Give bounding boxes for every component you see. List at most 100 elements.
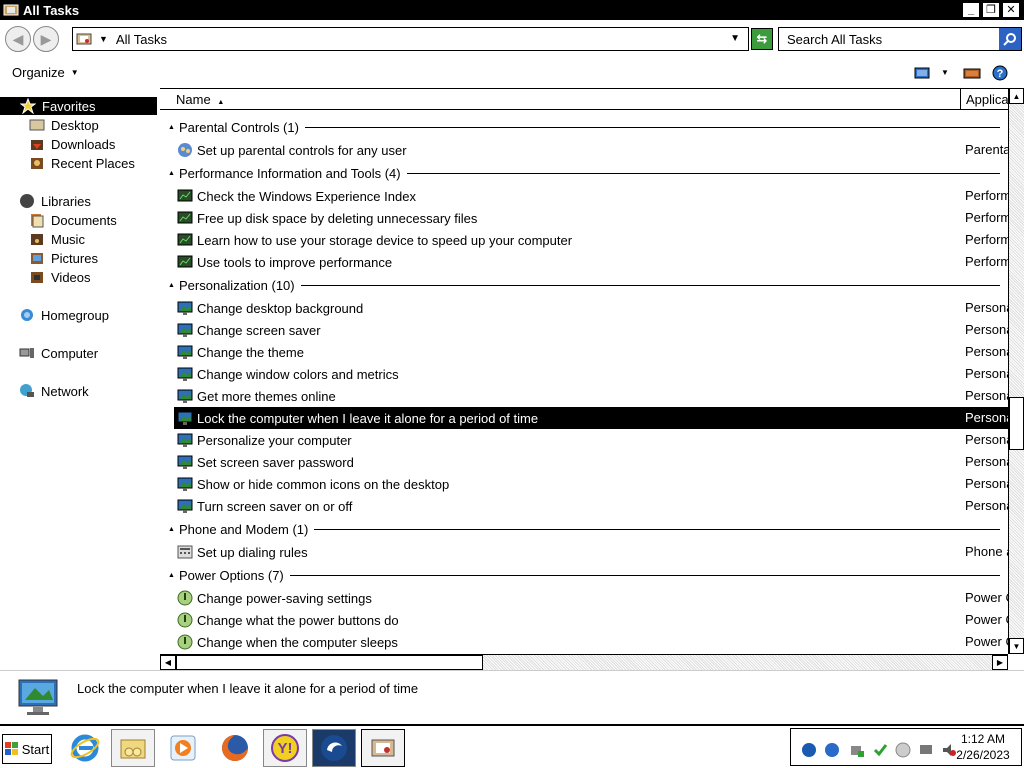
close-button[interactable]: ✕ <box>1002 2 1020 18</box>
taskbar-uc-browser[interactable] <box>312 729 356 767</box>
task-row[interactable]: Change window colors and metrics Persona <box>174 363 1008 385</box>
network-status-icon[interactable] <box>849 742 865 758</box>
collapse-group-icon[interactable]: ▲ <box>168 572 176 579</box>
taskbar-internet-explorer[interactable] <box>63 729 107 767</box>
nav-downloads[interactable]: Downloads <box>0 135 115 153</box>
scroll-left-button[interactable]: ◀ <box>160 655 176 670</box>
change-view-icon[interactable] <box>913 65 931 81</box>
collapse-group-icon[interactable]: ▲ <box>168 170 176 177</box>
collapse-group-icon[interactable]: ▲ <box>168 124 176 131</box>
task-label[interactable]: Set screen saver password <box>197 455 354 470</box>
task-row[interactable]: Change screen saver Persona <box>174 319 1008 341</box>
group-header[interactable]: ▲ Personalization (10) <box>160 274 1008 296</box>
breadcrumb-all-tasks[interactable]: All Tasks <box>116 32 167 47</box>
task-label[interactable]: Change when the computer sleeps <box>197 635 398 650</box>
taskbar-media-player[interactable] <box>161 729 205 767</box>
taskbar-control-panel[interactable] <box>361 729 405 767</box>
start-button[interactable]: Start <box>2 734 52 764</box>
nav-pictures[interactable]: Pictures <box>0 249 98 267</box>
organize-button[interactable]: Organize ▼ <box>12 65 79 80</box>
nav-videos[interactable]: Videos <box>0 268 91 286</box>
task-row[interactable]: Change desktop background Persona <box>174 297 1008 319</box>
search-input[interactable] <box>787 31 997 47</box>
minimize-button[interactable]: _ <box>962 2 980 18</box>
scroll-right-button[interactable]: ▶ <box>992 655 1008 670</box>
scroll-up-button[interactable]: ▲ <box>1009 88 1024 104</box>
collapse-group-icon[interactable]: ▲ <box>168 282 176 289</box>
nav-music[interactable]: Music <box>0 230 85 248</box>
task-label[interactable]: Show or hide common icons on the desktop <box>197 477 449 492</box>
task-row[interactable]: Use tools to improve performance Perform <box>174 251 1008 273</box>
uc-update-tray-icon[interactable] <box>824 742 840 758</box>
task-row[interactable]: Turn screen saver on or off Persona <box>174 495 1008 517</box>
task-row[interactable]: Show or hide common icons on the desktop… <box>174 473 1008 495</box>
task-label[interactable]: Change screen saver <box>197 323 321 338</box>
task-label[interactable]: Change desktop background <box>197 301 363 316</box>
nav-favorites[interactable]: Favorites <box>0 97 157 115</box>
clock[interactable]: 1:12 AM 2/26/2023 <box>943 731 1023 763</box>
application-column-header[interactable]: Applica <box>960 89 1008 110</box>
task-row[interactable]: Free up disk space by deleting unnecessa… <box>174 207 1008 229</box>
task-row[interactable]: Personalize your computer Persona <box>174 429 1008 451</box>
task-row[interactable]: Get more themes online Persona <box>174 385 1008 407</box>
breadcrumb-separator-icon[interactable]: ▼ <box>99 34 108 44</box>
vertical-scrollbar[interactable]: ▲ ▼ <box>1008 88 1024 654</box>
task-label[interactable]: Check the Windows Experience Index <box>197 189 416 204</box>
task-row[interactable]: Learn how to use your storage device to … <box>174 229 1008 251</box>
taskbar-firefox[interactable] <box>213 729 257 767</box>
messenger-tray-icon[interactable] <box>895 742 911 758</box>
task-row[interactable]: Set up dialing rules Phone a <box>174 541 1008 563</box>
group-header[interactable]: ▲ Parental Controls (1) <box>160 116 1008 138</box>
task-label[interactable]: Get more themes online <box>197 389 336 404</box>
nav-desktop[interactable]: Desktop <box>0 116 99 134</box>
task-label[interactable]: Personalize your computer <box>197 433 352 448</box>
back-button[interactable]: ◀ <box>5 26 31 52</box>
task-label[interactable]: Change what the power buttons do <box>197 613 399 628</box>
task-row[interactable]: Change what the power buttons do Power C <box>174 609 1008 631</box>
task-label[interactable]: Change the theme <box>197 345 304 360</box>
taskbar-yahoo-messenger[interactable]: Y! <box>263 729 307 767</box>
address-bar[interactable]: ▼ All Tasks ▼ <box>72 27 749 51</box>
task-row[interactable]: Change power-saving settings Power C <box>174 587 1008 609</box>
task-row[interactable]: Set up parental controls for any user Par… <box>174 139 1008 161</box>
task-label[interactable]: Set up parental controls for any user <box>197 143 407 158</box>
task-label[interactable]: Change power-saving settings <box>197 591 372 606</box>
task-label[interactable]: Turn screen saver on or off <box>197 499 352 514</box>
horizontal-scroll-thumb[interactable] <box>176 655 483 670</box>
task-row[interactable]: Check the Windows Experience Index Perfor… <box>174 185 1008 207</box>
nav-computer[interactable]: Computer <box>0 344 98 362</box>
task-label[interactable]: Set up dialing rules <box>197 545 308 560</box>
task-row[interactable]: Change the theme Persona <box>174 341 1008 363</box>
task-row[interactable]: Set screen saver password Persona <box>174 451 1008 473</box>
search-button[interactable] <box>999 28 1021 50</box>
name-column-header[interactable]: Name ▲ <box>176 92 224 107</box>
collapse-group-icon[interactable]: ▲ <box>168 526 176 533</box>
task-label[interactable]: Use tools to improve performance <box>197 255 392 270</box>
help-icon[interactable]: ? <box>991 65 1009 81</box>
horizontal-scrollbar[interactable]: ◀ ▶ <box>160 654 1008 670</box>
security-check-icon[interactable] <box>872 742 888 758</box>
task-label[interactable]: Free up disk space by deleting unnecessa… <box>197 211 477 226</box>
forward-button[interactable]: ▶ <box>33 26 59 52</box>
group-header[interactable]: ▲ Power Options (7) <box>160 564 1008 586</box>
vertical-scroll-thumb[interactable] <box>1009 397 1024 450</box>
nav-network[interactable]: Network <box>0 382 89 400</box>
nav-libraries[interactable]: Libraries <box>0 192 91 210</box>
group-header[interactable]: ▲ Performance Information and Tools (4) <box>160 162 1008 184</box>
task-label[interactable]: Change window colors and metrics <box>197 367 399 382</box>
task-label[interactable]: Lock the computer when I leave it alone … <box>197 411 538 426</box>
task-row[interactable]: Change when the computer sleeps Power C <box>174 631 1008 653</box>
nav-recent-places[interactable]: Recent Places <box>0 154 135 172</box>
address-dropdown-icon[interactable]: ▼ <box>730 33 740 44</box>
view-options-dropdown-icon[interactable]: ▼ <box>941 68 949 77</box>
display-tray-icon[interactable] <box>918 742 934 758</box>
maximize-button[interactable]: ❐ <box>982 2 1000 18</box>
uc-tray-icon[interactable] <box>801 742 817 758</box>
group-header[interactable]: ▲ Phone and Modem (1) <box>160 518 1008 540</box>
refresh-button[interactable]: ⇆ <box>751 28 773 50</box>
taskbar-windows-explorer[interactable] <box>111 729 155 767</box>
nav-documents[interactable]: Documents <box>0 211 117 229</box>
scroll-down-button[interactable]: ▼ <box>1009 638 1024 654</box>
task-label[interactable]: Learn how to use your storage device to … <box>197 233 572 248</box>
nav-homegroup[interactable]: Homegroup <box>0 306 109 324</box>
